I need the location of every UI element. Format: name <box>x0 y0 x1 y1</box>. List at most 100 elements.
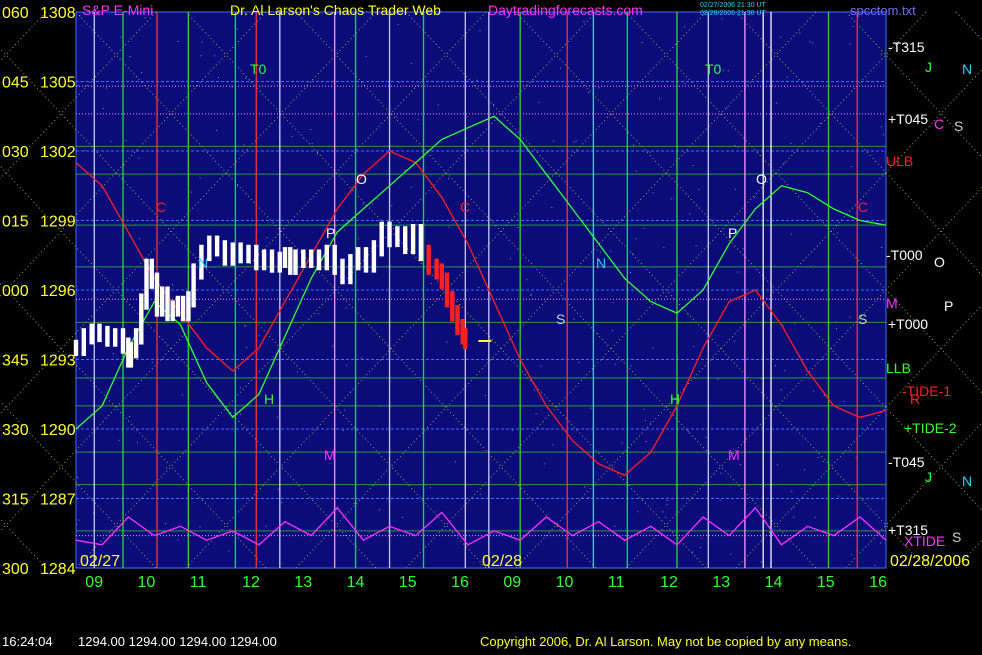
chart-letter: N <box>596 255 606 271</box>
star-dot <box>129 416 130 417</box>
star-dot <box>849 316 851 318</box>
y-price-tick: 1302 <box>40 144 76 161</box>
price-bar <box>309 249 314 268</box>
star-dot <box>850 166 852 167</box>
price-bar <box>379 221 384 257</box>
chart-letter: C <box>156 199 166 215</box>
x-tick: 16 <box>451 574 469 591</box>
chart-letter: H <box>264 391 274 407</box>
star-dot <box>849 43 851 45</box>
price-bar <box>418 224 424 262</box>
star-dot <box>610 250 612 252</box>
price-bar <box>426 244 431 275</box>
star-dot <box>612 302 614 304</box>
star-dot <box>652 192 654 194</box>
price-bar <box>191 263 196 308</box>
x-tick: 15 <box>817 574 835 591</box>
star-dot <box>236 28 238 30</box>
star-dot <box>855 457 857 459</box>
price-bar <box>120 328 126 354</box>
star-dot <box>410 62 412 64</box>
star-dot <box>493 104 494 105</box>
timestamp-2: 02/28/2006 21:30 UT <box>700 10 766 17</box>
star-dot <box>881 53 882 55</box>
star-dot <box>775 102 777 104</box>
star-dot <box>120 36 122 38</box>
star-dot <box>553 140 555 142</box>
star-dot <box>641 42 643 43</box>
star-dot <box>720 472 722 474</box>
star-dot <box>190 191 192 193</box>
star-dot <box>684 26 686 28</box>
price-bar <box>175 295 181 317</box>
chaos-chart: -T315J N+T045 C SULB-T000 OM P+T000LLB-TIDE-1… <box>0 0 982 650</box>
star-dot <box>719 499 721 501</box>
star-dot <box>637 511 639 513</box>
star-dot <box>780 36 782 38</box>
x-tick: 10 <box>138 574 156 591</box>
star-dot <box>689 213 691 215</box>
star-dot <box>177 539 179 541</box>
star-dot <box>786 76 788 78</box>
star-dot <box>466 116 468 118</box>
price-bar <box>463 328 468 349</box>
timestamp-1: 02/27/2006 21:30 UT <box>700 2 766 9</box>
star-dot <box>476 79 478 81</box>
star-dot <box>700 537 702 539</box>
star-dot <box>517 227 519 229</box>
y-price-tick: 1287 <box>40 492 76 509</box>
star-dot <box>792 507 794 509</box>
x-tick: 11 <box>190 574 207 591</box>
star-dot <box>137 441 138 443</box>
star-dot <box>722 69 724 71</box>
star-dot <box>429 487 431 489</box>
star-dot <box>177 41 179 42</box>
chart-window: -T315 J N +T045 C S ULB -T000 O M P +T000 LLB -TIDE-1… <box>0 0 982 650</box>
y-angle-tick: 300 <box>2 561 29 578</box>
star-dot <box>733 340 735 342</box>
y-angle-tick: 015 <box>2 214 29 231</box>
star-dot <box>216 129 218 131</box>
star-dot <box>316 153 318 155</box>
star-dot <box>666 500 668 502</box>
star-dot <box>659 97 660 99</box>
footer-ohlc: 1294.00 1294.00 1294.00 1294.00 <box>78 634 277 649</box>
right-label: O <box>934 254 945 270</box>
star-dot <box>630 272 631 274</box>
date-label: 02/28/2006 <box>890 553 970 570</box>
star-dot <box>632 253 634 255</box>
star-dot <box>849 449 851 451</box>
star-dot <box>77 476 79 478</box>
star-dot <box>102 108 104 109</box>
star-dot <box>791 490 793 492</box>
star-dot <box>214 55 216 57</box>
star-dot <box>874 564 876 566</box>
star-dot <box>479 493 481 495</box>
star-dot <box>77 85 79 87</box>
star-dot <box>573 141 575 143</box>
y-price-tick: 1299 <box>40 214 76 231</box>
star-dot <box>552 444 554 446</box>
star-dot <box>200 55 202 57</box>
star-dot <box>344 409 346 411</box>
star-dot <box>437 104 439 106</box>
date-label: 02/28 <box>482 553 522 570</box>
price-bar <box>180 295 186 322</box>
star-dot <box>365 56 367 57</box>
chart-letter: T0 <box>250 61 267 77</box>
price-bar <box>356 247 361 271</box>
star-dot <box>106 87 107 89</box>
y-price-tick: 1290 <box>40 422 76 439</box>
star-dot <box>118 439 120 441</box>
x-tick: 12 <box>660 574 678 591</box>
star-dot <box>357 238 359 240</box>
price-bar <box>133 328 139 359</box>
star-dot <box>817 456 819 458</box>
price-bar <box>316 249 322 271</box>
star-dot <box>417 119 419 121</box>
star-dot <box>804 469 806 471</box>
star-dot <box>836 328 837 329</box>
star-dot <box>726 107 728 109</box>
star-dot <box>311 143 313 145</box>
chart-letter: C <box>460 199 470 215</box>
